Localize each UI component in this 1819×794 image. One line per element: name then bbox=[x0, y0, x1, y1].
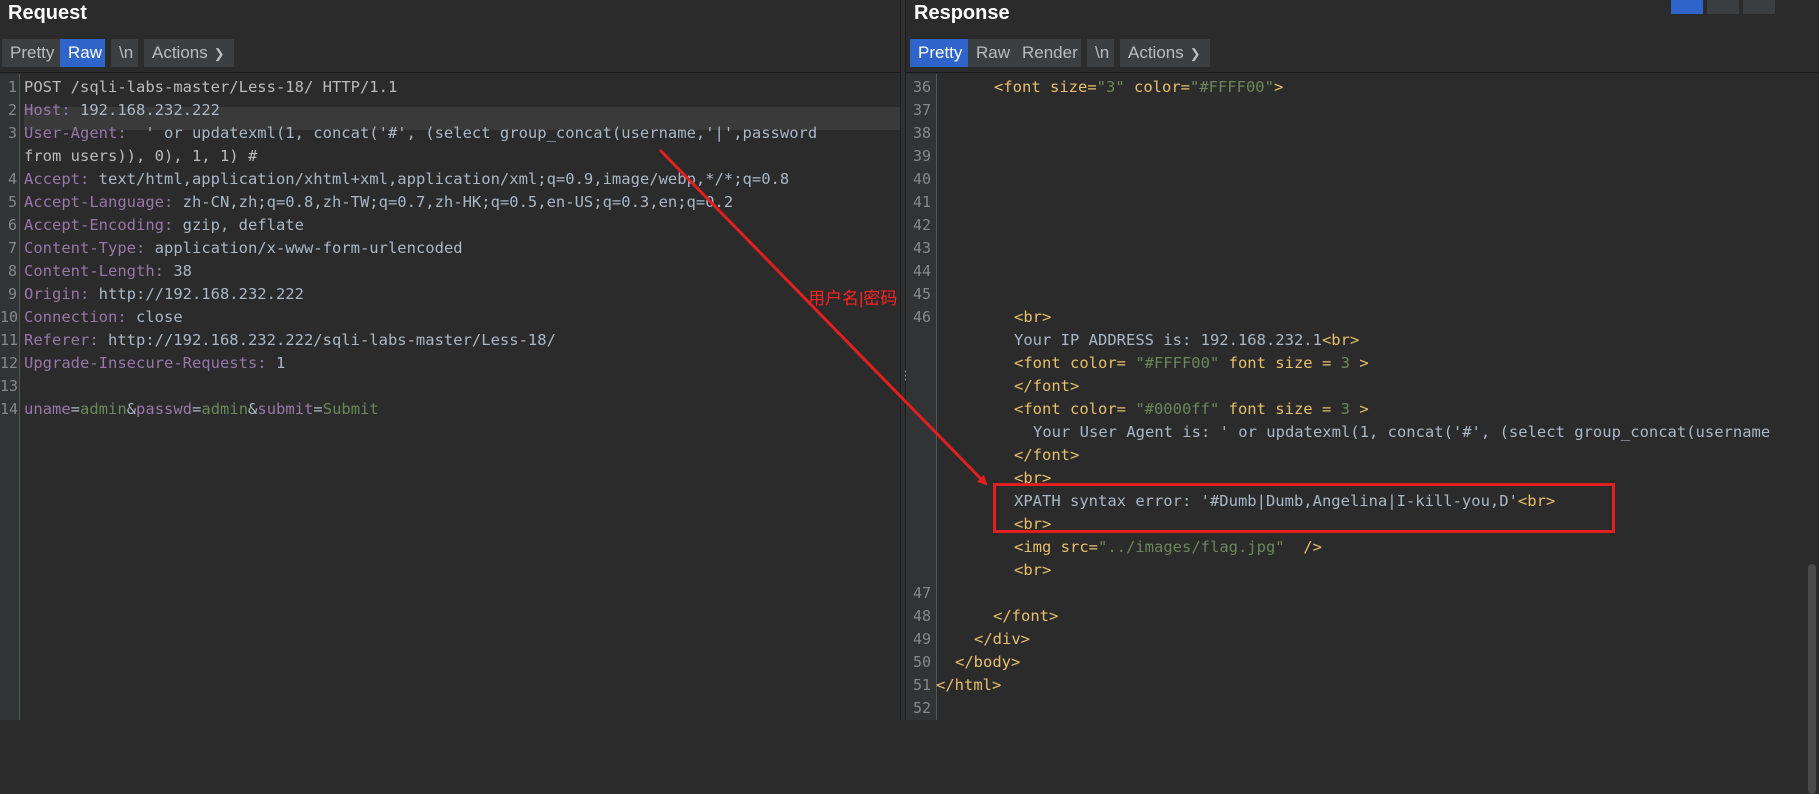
arrow-line bbox=[658, 148, 988, 486]
annotation-arrow bbox=[658, 148, 988, 486]
